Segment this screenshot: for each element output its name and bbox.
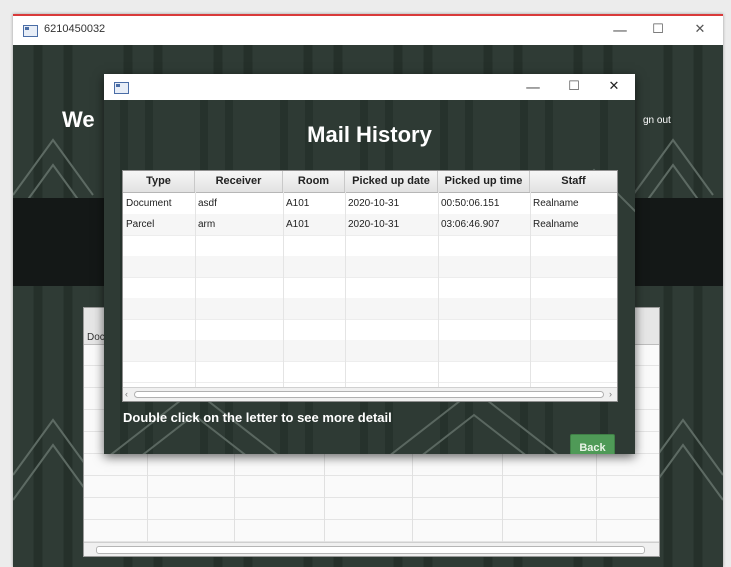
cell-room: A101 [286, 219, 310, 230]
table-header: Type Receiver Room Picked up date Picked… [123, 171, 617, 193]
minimize-button[interactable]: — [605, 20, 635, 40]
chevron-right-icon[interactable]: › [609, 389, 612, 399]
table-row[interactable]: Parcel arm A101 2020-10-31 03:06:46.907 … [123, 214, 617, 236]
table-row [123, 340, 617, 362]
app-window-icon [114, 82, 129, 94]
cell-staff: Realname [533, 219, 579, 230]
main-window-titlebar[interactable]: 6210450032 — ☐ ✕ [13, 16, 723, 45]
scrollbar-thumb[interactable] [134, 391, 604, 398]
column-header-staff[interactable]: Staff [530, 171, 617, 192]
horizontal-scrollbar[interactable]: ‹ › [123, 387, 617, 401]
table-row [84, 476, 659, 498]
page-title: Mail History [307, 122, 432, 147]
table-row[interactable]: Document asdf A101 2020-10-31 00:50:06.1… [123, 193, 617, 215]
cell-receiver: arm [198, 219, 216, 230]
cell-date: 2020-10-31 [348, 219, 400, 230]
column-divider [530, 192, 531, 388]
cell-receiver: asdf [198, 198, 217, 209]
dialog-minimize-button[interactable]: — [518, 77, 548, 97]
instruction-text: Double click on the letter to see more d… [123, 410, 392, 425]
window-title: 6210450032 [44, 23, 106, 35]
app-window-icon [23, 25, 38, 37]
sign-out-link[interactable]: gn out [643, 115, 671, 126]
dialog-maximize-button[interactable]: ☐ [559, 77, 589, 97]
column-header-room[interactable]: Room [283, 171, 345, 192]
table-row [84, 454, 659, 476]
back-button[interactable]: Back [570, 434, 615, 454]
dialog-close-button[interactable]: ✕ [599, 77, 629, 97]
background-horizontal-scrollbar[interactable] [84, 542, 659, 556]
cell-room: A101 [286, 198, 310, 209]
column-divider [283, 192, 284, 388]
table-row [84, 520, 659, 542]
table-row [123, 235, 617, 257]
cell-type: Parcel [126, 219, 155, 230]
column-divider [345, 192, 346, 388]
welcome-text: We [62, 107, 95, 132]
mail-history-dialog: — ☐ ✕ Mail History Type Receiver Room Pi… [104, 74, 635, 454]
cell-time: 00:50:06.151 [441, 198, 500, 209]
cell-time: 03:06:46.907 [441, 219, 500, 230]
cell-date: 2020-10-31 [348, 198, 400, 209]
column-header-picked-up-date[interactable]: Picked up date [345, 171, 438, 192]
cell-staff: Realname [533, 198, 579, 209]
mail-history-table[interactable]: Type Receiver Room Picked up date Picked… [122, 170, 618, 402]
cell-type: Document [126, 198, 172, 209]
close-button[interactable]: ✕ [685, 20, 715, 40]
background-column-doc: Doc [87, 332, 105, 343]
table-row [123, 361, 617, 383]
table-row [123, 256, 617, 278]
table-row [123, 277, 617, 299]
column-divider [195, 192, 196, 388]
dialog-content: Mail History Type Receiver Room Picked u… [104, 100, 635, 454]
maximize-button[interactable]: ☐ [643, 20, 673, 40]
column-header-type[interactable]: Type [123, 171, 195, 192]
column-header-picked-up-time[interactable]: Picked up time [438, 171, 530, 192]
table-row [84, 498, 659, 520]
table-row [123, 319, 617, 341]
chevron-left-icon[interactable]: ‹ [125, 389, 128, 399]
scrollbar-thumb[interactable] [96, 546, 645, 554]
column-divider [438, 192, 439, 388]
dialog-titlebar[interactable]: — ☐ ✕ [104, 74, 635, 100]
table-row [123, 298, 617, 320]
column-header-receiver[interactable]: Receiver [195, 171, 283, 192]
